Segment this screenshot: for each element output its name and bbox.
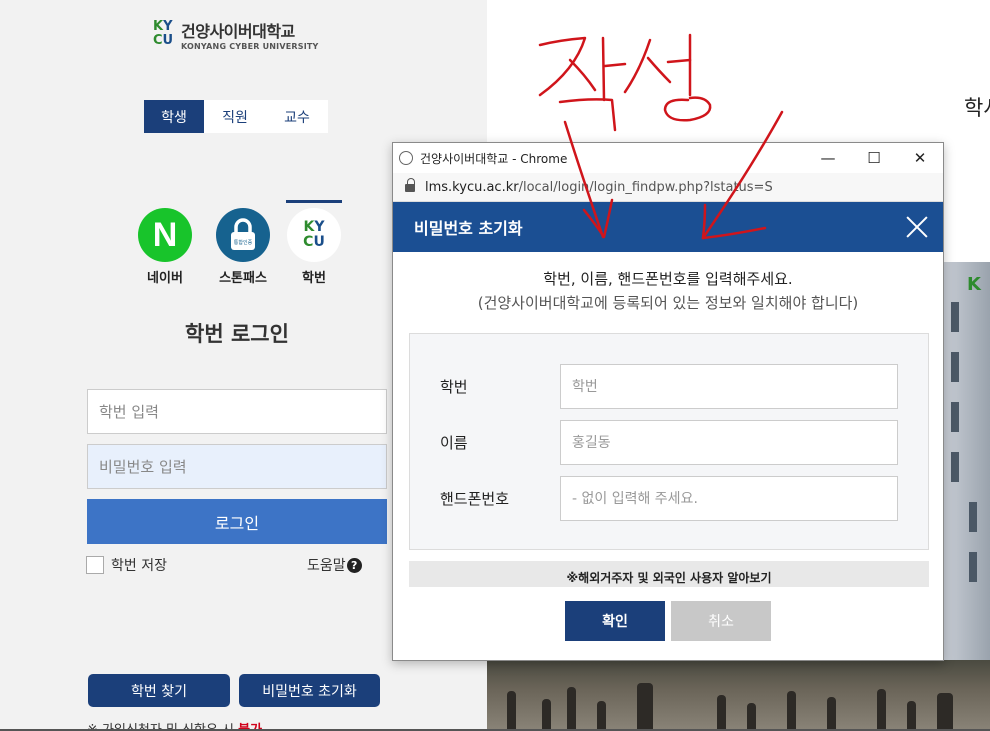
name-field[interactable]: 홍길동 [560,419,898,465]
field-label: 학번 [440,377,468,396]
login-methods: N 네이버 통합인증 스톤패스 KY CU 학번 [126,200,342,286]
window-close-button[interactable]: ✕ [897,143,943,173]
help-link[interactable]: 도움말 ? [307,555,362,575]
reset-password-popup-window: 건양사이버대학교 - Chrome — ☐ ✕ lms.kycu.ac.kr/l… [392,142,944,661]
login-method-naver[interactable]: N 네이버 [126,203,204,286]
field-label: 핸드폰번호 [440,489,510,508]
kycu-icon: KY CU [287,208,341,262]
password-input[interactable]: 비밀번호 입력 [87,444,387,489]
student-id-input[interactable]: 학번 입력 [87,389,387,434]
university-logo[interactable]: KY CU 건양사이버대학교 KONYANG CYBER UNIVERSITY [153,18,319,51]
logo-korean-name: 건양사이버대학교 [181,22,295,41]
login-method-stonepass[interactable]: 통합인증 스톤패스 [204,203,282,286]
stonepass-lock-icon: 통합인증 [216,208,270,262]
globe-icon [399,151,413,165]
login-title: 학번 로그인 [185,322,289,346]
help-label: 도움말 [307,558,346,574]
campus-crowd-image [487,660,990,731]
find-id-button[interactable]: 학번 찾기 [88,674,230,707]
modal-title: 비밀번호 초기화 [414,219,523,238]
naver-icon: N [138,208,192,262]
address-bar[interactable]: lms.kycu.ac.kr/local/login/login_findpw.… [393,173,943,202]
logo-english-name: KONYANG CYBER UNIVERSITY [181,42,319,51]
save-id-checkbox[interactable] [86,556,104,574]
url-domain: lms.kycu.ac.kr [425,179,519,195]
tab-professor[interactable]: 교수 [266,100,328,133]
reset-password-button[interactable]: 비밀번호 초기화 [239,674,380,707]
login-button[interactable]: 로그인 [87,499,387,544]
foreign-user-link[interactable]: ※해외거주자 및 외국인 사용자 알아보기 [409,561,929,587]
instruction-main: 학번, 이름, 핸드폰번호를 입력해주세요. [543,270,793,288]
instruction-sub: (건양사이버대학교에 등록되어 있는 정보와 일치해야 합니다) [477,294,859,312]
campus-building-image [943,262,990,692]
form-row-name: 이름 홍길동 [410,419,930,465]
form-row-phone: 핸드폰번호 - 없이 입력해 주세요. [410,475,930,521]
save-id-label: 학번 저장 [111,558,167,574]
kycu-logo-mark-icon: KY CU [153,18,174,48]
building-logo: K [967,274,981,295]
login-method-student-id[interactable]: KY CU 학번 [286,200,342,286]
lock-icon [405,177,415,193]
url-path: /local/login/login_findpw.php?lstatus=S [518,179,773,195]
minimize-button[interactable]: — [805,143,851,173]
tab-staff[interactable]: 직원 [204,100,266,133]
tab-student[interactable]: 학생 [144,100,204,133]
login-method-label: 학번 [302,271,326,286]
modal-header: 비밀번호 초기화 [393,202,943,252]
maximize-button[interactable]: ☐ [851,143,897,173]
cancel-button[interactable]: 취소 [671,601,771,641]
question-icon: ? [346,557,362,573]
login-method-label: 네이버 [147,271,183,286]
phone-field[interactable]: - 없이 입력해 주세요. [560,475,898,521]
right-heading: 학사 [964,96,990,120]
role-tabs: 학생 직원 교수 [144,100,328,133]
confirm-button[interactable]: 확인 [565,601,665,641]
reset-form: 학번 학번 이름 홍길동 핸드폰번호 - 없이 입력해 주세요. [409,333,929,550]
login-method-label: 스톤패스 [219,271,267,286]
close-icon[interactable] [905,215,929,239]
window-title: 건양사이버대학교 - Chrome [420,151,568,166]
svg-text:통합인증: 통합인증 [234,239,253,246]
student-id-field[interactable]: 학번 [560,363,898,409]
save-id-option[interactable]: 학번 저장 [86,555,167,575]
field-label: 이름 [440,433,468,452]
window-titlebar[interactable]: 건양사이버대학교 - Chrome — ☐ ✕ [393,143,943,173]
form-row-student-id: 학번 학번 [410,363,930,409]
